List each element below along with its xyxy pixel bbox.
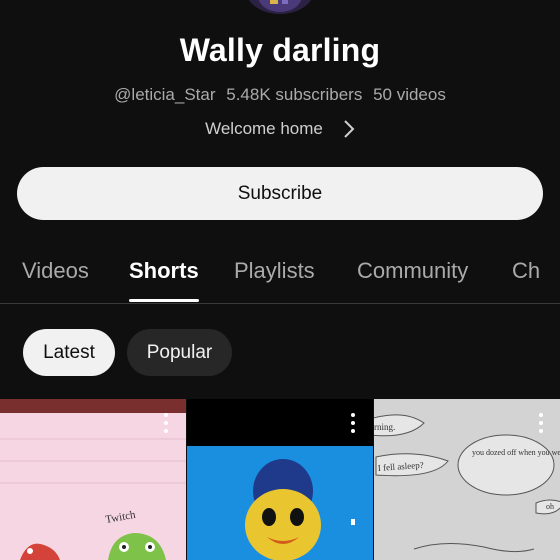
subscriber-count: 5.48K subscribers [226,85,363,104]
short-thumbnail[interactable]: rning. I fell asleep? you dozed off when… [374,399,560,560]
short-thumbnail[interactable]: Twitch [0,399,186,560]
channel-description: Welcome home [205,119,323,138]
more-vert-icon[interactable] [538,413,544,433]
chip-popular[interactable]: Popular [127,329,232,376]
short-artwork [187,399,373,560]
short-artwork: Twitch [0,399,186,560]
tab-channels[interactable]: Ch [512,258,540,284]
avatar-image [246,0,314,14]
channel-handle: @leticia_Star [114,85,216,104]
channel-tabs: Videos Shorts Playlists Community Ch [0,240,560,304]
chevron-right-icon [344,120,355,138]
chip-latest[interactable]: Latest [23,329,115,376]
channel-avatar[interactable] [246,0,314,14]
video-count: 50 videos [373,85,446,104]
shorts-grid: Twitch rning. I fell asleep? you dozed o… [0,399,560,560]
channel-description-link[interactable]: Welcome home [0,119,560,139]
channel-name: Wally darling [179,32,381,68]
tab-community[interactable]: Community [357,258,468,284]
tab-playlists[interactable]: Playlists [234,258,315,284]
subscribe-button[interactable]: Subscribe [17,167,543,220]
short-caption: rning. [374,422,395,432]
tab-videos[interactable]: Videos [22,258,89,284]
short-thumbnail[interactable] [187,399,373,560]
short-caption: you dozed off when you were talking abou… [472,448,560,457]
short-caption: oh [546,502,554,511]
more-vert-icon[interactable] [350,413,356,433]
short-artwork: rning. I fell asleep? you dozed off when… [374,399,560,560]
active-tab-indicator [129,299,199,302]
channel-meta: @leticia_Star 5.48K subscribers 50 video… [0,85,560,105]
tab-shorts[interactable]: Shorts [129,258,199,284]
more-vert-icon[interactable] [163,413,169,433]
